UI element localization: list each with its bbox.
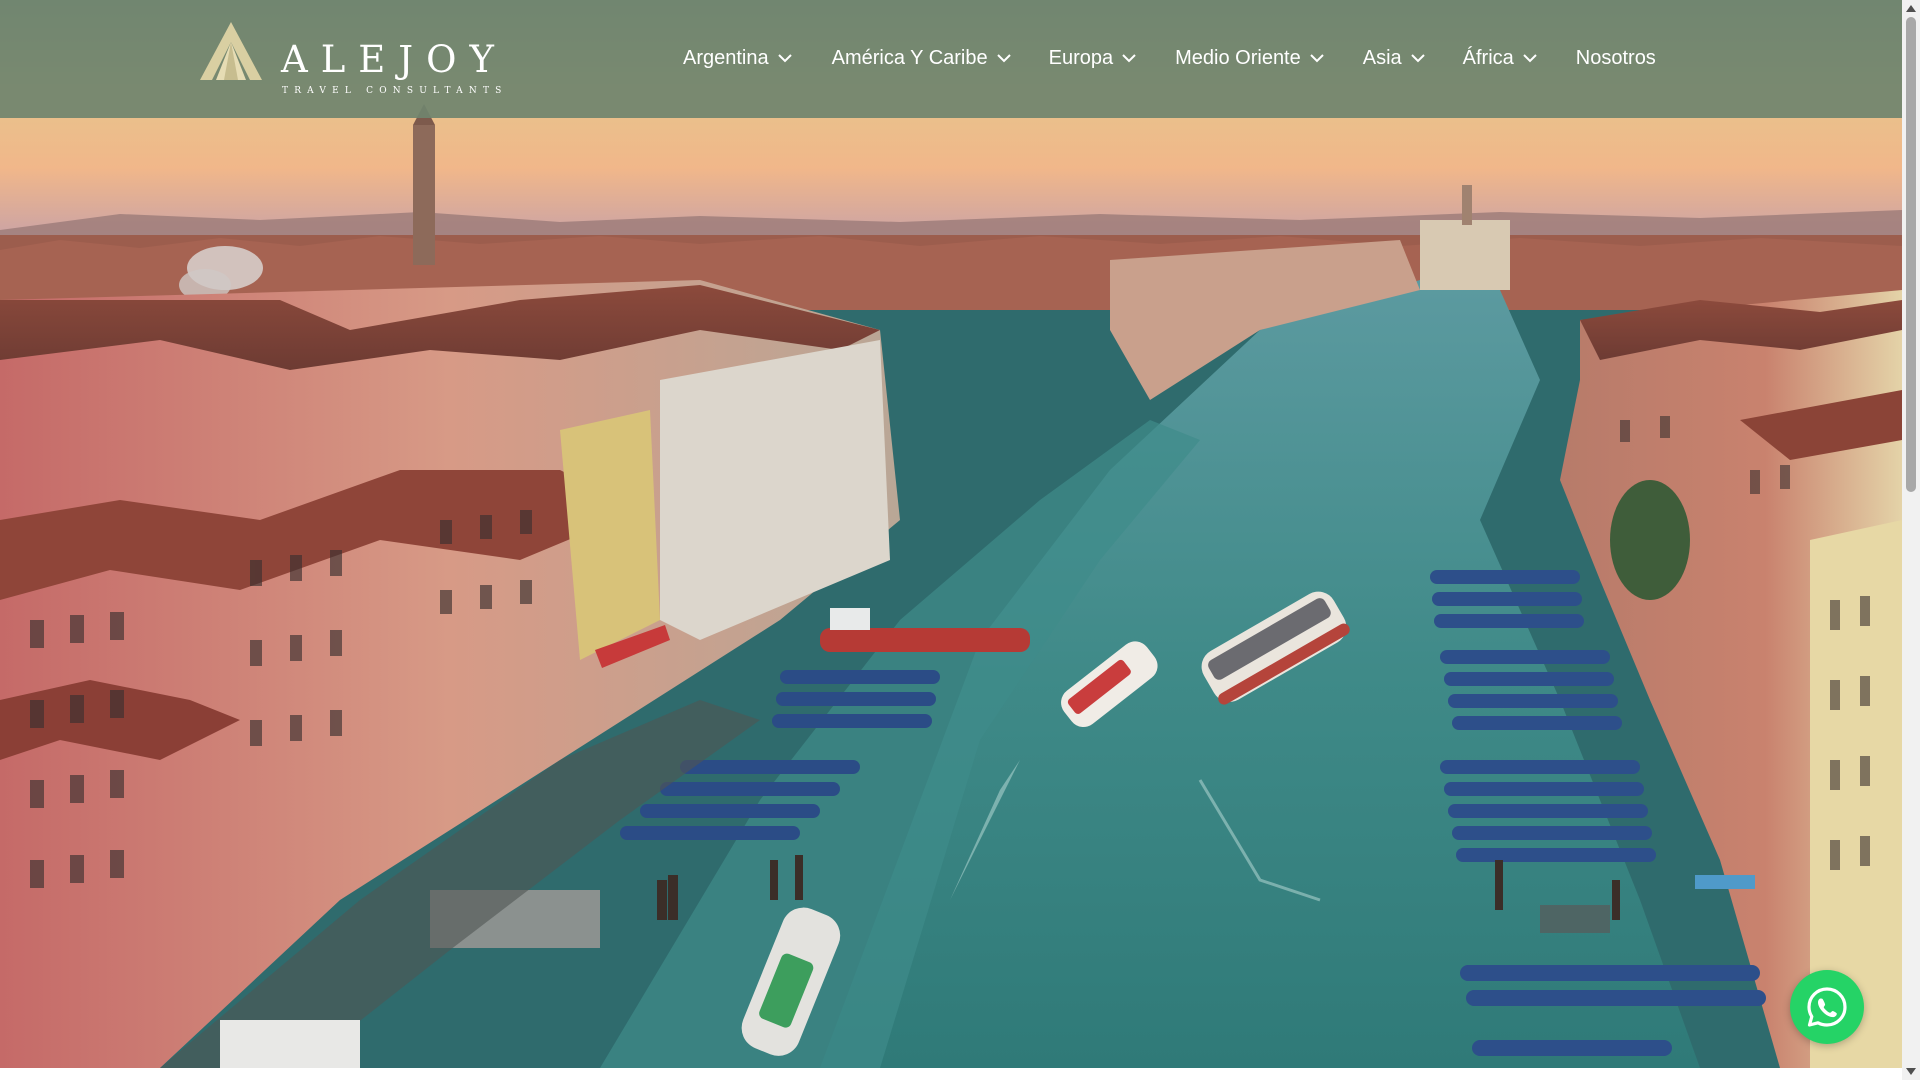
nav-item-label: Europa: [1048, 46, 1114, 69]
scroll-down-button[interactable]: [1902, 1063, 1920, 1080]
triangle-up-icon: [1906, 5, 1916, 12]
scroll-up-button[interactable]: [1902, 0, 1920, 17]
page: ALEJOY TRAVEL CONSULTANTS Argentina Amér…: [0, 0, 1920, 1080]
chevron-down-icon: [1410, 53, 1425, 62]
nav-item-asia[interactable]: Asia: [1363, 47, 1425, 70]
whatsapp-button[interactable]: [1790, 970, 1864, 1044]
brand-logo[interactable]: ALEJOY TRAVEL CONSULTANTS: [200, 22, 505, 102]
hero-scene-image: [0, 0, 1902, 1068]
scrollbar[interactable]: [1902, 0, 1920, 1080]
page-bottom-edge: [0, 1068, 1902, 1080]
nav-item-label: Nosotros: [1575, 46, 1656, 69]
brand-name: ALEJOY: [281, 38, 507, 81]
nav-item-label: África: [1462, 46, 1514, 69]
triangle-down-icon: [1906, 1068, 1916, 1075]
chevron-down-icon: [777, 53, 792, 62]
site-header: ALEJOY TRAVEL CONSULTANTS Argentina Amér…: [0, 0, 1902, 118]
nav-item-label: Asia: [1362, 46, 1402, 69]
nav-item-medio-oriente[interactable]: Medio Oriente: [1175, 47, 1324, 70]
nav-item-argentina[interactable]: Argentina: [683, 47, 792, 70]
whatsapp-icon: [1807, 987, 1847, 1027]
chevron-down-icon: [1523, 53, 1537, 62]
nav-item-europa[interactable]: Europa: [1049, 47, 1137, 70]
scrollbar-thumb[interactable]: [1906, 17, 1916, 492]
nav-item-africa[interactable]: África: [1463, 47, 1537, 70]
nav-item-label: Argentina: [683, 46, 769, 69]
mountain-peak-logo-icon: [200, 22, 262, 80]
nav-item-nosotros[interactable]: Nosotros: [1576, 47, 1656, 70]
hero-video: [0, 0, 1902, 1068]
brand-tagline: TRAVEL CONSULTANTS: [282, 86, 508, 96]
nav-item-america-y-caribe[interactable]: América Y Caribe: [832, 47, 1011, 70]
chevron-down-icon: [1310, 53, 1324, 62]
chevron-down-icon: [1122, 53, 1136, 62]
nav-item-label: América Y Caribe: [831, 46, 988, 69]
chevron-down-icon: [996, 53, 1011, 62]
main-nav: Argentina América Y Caribe Europa Medio …: [683, 36, 1656, 80]
nav-item-label: Medio Oriente: [1175, 46, 1301, 69]
